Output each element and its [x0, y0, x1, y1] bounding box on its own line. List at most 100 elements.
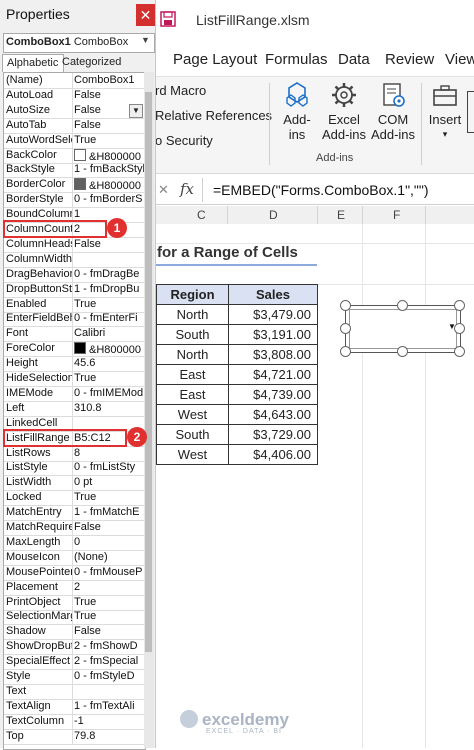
property-value[interactable]: 2 - fmShowD: [74, 640, 144, 652]
property-row[interactable]: Locked True: [4, 490, 145, 507]
property-value[interactable]: ComboBox1: [74, 74, 144, 86]
property-row[interactable]: (Name) ComboBox1: [4, 73, 145, 89]
table-header-sales[interactable]: Sales: [228, 284, 318, 305]
property-row[interactable]: BackColor &H800000: [4, 147, 145, 164]
property-value[interactable]: 1 - fmBackStyle: [74, 163, 144, 175]
sales-cell[interactable]: $3,479.00: [228, 304, 318, 325]
tab-data[interactable]: Data: [338, 51, 370, 68]
chevron-down-icon[interactable]: ▼: [129, 103, 143, 118]
property-value[interactable]: -1: [74, 715, 144, 727]
property-value[interactable]: 79.8: [74, 730, 144, 742]
property-value[interactable]: True: [74, 298, 144, 310]
region-cell[interactable]: South: [156, 324, 229, 345]
chevron-down-icon[interactable]: ▼: [141, 35, 150, 45]
sales-cell[interactable]: $4,739.00: [228, 384, 318, 405]
resize-handle[interactable]: [340, 300, 351, 311]
property-row[interactable]: Height 45.6: [4, 356, 145, 373]
property-row[interactable]: ShowDropButtonWhen2 - fmShowD: [4, 639, 145, 656]
column-header-e[interactable]: E: [337, 208, 345, 222]
region-cell[interactable]: East: [156, 364, 229, 385]
property-value[interactable]: False: [74, 89, 144, 101]
region-cell[interactable]: North: [156, 344, 229, 365]
property-value[interactable]: True: [74, 372, 144, 384]
column-header-f[interactable]: F: [393, 208, 400, 222]
property-value[interactable]: 1 - fmTextAli: [74, 700, 144, 712]
tab-review[interactable]: Review: [385, 51, 434, 68]
property-value[interactable]: 1 - fmMatchE: [74, 506, 144, 518]
resize-handle[interactable]: [454, 346, 465, 357]
property-value[interactable]: False: [74, 119, 144, 131]
property-value[interactable]: True: [74, 491, 144, 503]
property-value[interactable]: True: [74, 610, 144, 622]
property-value[interactable]: 0 - fmIMEMod: [74, 387, 144, 399]
property-row[interactable]: MouseIcon (None): [4, 549, 145, 566]
property-row[interactable]: PrintObject True: [4, 594, 145, 611]
property-row[interactable]: ListStyle 0 - fmListSty: [4, 460, 145, 477]
property-value[interactable]: 310.8: [74, 402, 144, 414]
formula-input[interactable]: =EMBED("Forms.ComboBox.1",""): [213, 182, 429, 198]
property-value[interactable]: 45.6: [74, 357, 144, 369]
add-ins-button[interactable]: Add- ins: [277, 81, 317, 142]
property-row[interactable]: ColumnHeads False: [4, 236, 145, 253]
sales-cell[interactable]: $4,643.00: [228, 404, 318, 425]
sales-cell[interactable]: $4,721.00: [228, 364, 318, 385]
property-row[interactable]: Style 0 - fmStyleD: [4, 669, 145, 685]
property-row[interactable]: MousePointer 0 - fmMouseP: [4, 564, 145, 581]
tab-view[interactable]: View: [445, 51, 474, 68]
region-cell[interactable]: East: [156, 384, 229, 405]
sales-cell[interactable]: $3,729.00: [228, 424, 318, 445]
property-row[interactable]: BorderColor &H800000: [4, 177, 145, 194]
property-row[interactable]: MaxLength 0: [4, 534, 145, 551]
property-value[interactable]: 1: [74, 208, 144, 220]
property-row[interactable]: SpecialEffect 2 - fmSpecial: [4, 654, 145, 671]
property-row[interactable]: Shadow False: [4, 624, 145, 641]
property-row[interactable]: Enabled True: [4, 296, 145, 313]
com-add-ins-button[interactable]: COM Add-ins: [367, 81, 419, 142]
property-value[interactable]: True: [74, 596, 144, 608]
property-value[interactable]: 8: [74, 447, 144, 459]
region-cell[interactable]: North: [156, 304, 229, 325]
property-value[interactable]: True: [74, 134, 144, 146]
property-value[interactable]: &H800000: [74, 342, 144, 356]
resize-handle[interactable]: [340, 346, 351, 357]
property-row[interactable]: AutoWordSelectTrue: [4, 132, 145, 149]
tab-page-layout[interactable]: Page Layout: [173, 51, 257, 68]
tab-alphabetic[interactable]: Alphabetic: [2, 54, 64, 72]
region-cell[interactable]: West: [156, 404, 229, 425]
property-row[interactable]: EnterFieldBehavior0 - fmEnterFi: [4, 311, 145, 328]
region-cell[interactable]: South: [156, 424, 229, 445]
property-value[interactable]: 0: [74, 536, 144, 548]
tab-categorized[interactable]: Categorized: [58, 54, 126, 71]
resize-handle[interactable]: [454, 300, 465, 311]
property-row[interactable]: Left 310.8: [4, 400, 145, 417]
property-row[interactable]: IMEMode 0 - fmIMEMod: [4, 385, 145, 402]
record-macro-button[interactable]: rd Macro: [155, 83, 206, 98]
scrollbar-thumb[interactable]: [145, 92, 152, 652]
macro-security-button[interactable]: o Security: [155, 133, 213, 148]
property-row[interactable]: Top 79.8: [4, 728, 145, 745]
property-row[interactable]: MatchEntry 1 - fmMatchE: [4, 505, 145, 522]
property-value[interactable]: 0 - fmStyleD: [74, 670, 144, 682]
column-header-c[interactable]: C: [197, 208, 206, 222]
property-row[interactable]: Placement 2: [4, 579, 145, 596]
resize-handle[interactable]: [397, 300, 408, 311]
property-row[interactable]: AutoSize False ▼: [4, 102, 145, 119]
property-value[interactable]: Calibri: [74, 327, 144, 339]
property-value[interactable]: 2 - fmSpecial: [74, 655, 144, 667]
save-icon[interactable]: [160, 11, 176, 27]
property-row[interactable]: DropButtonStyle1 - fmDropBu: [4, 281, 145, 298]
property-value[interactable]: 0 - fmMouseP: [74, 566, 144, 578]
resize-handle[interactable]: [454, 323, 465, 334]
property-value[interactable]: 0 - fmListSty: [74, 461, 144, 473]
property-value[interactable]: 0 pt: [74, 476, 144, 488]
excel-add-ins-button[interactable]: Excel Add-ins: [319, 81, 369, 142]
insert-controls-button[interactable]: Insert ▾: [425, 81, 465, 142]
property-value[interactable]: &H800000: [74, 178, 144, 192]
property-row[interactable]: HideSelection True: [4, 371, 145, 387]
sales-cell[interactable]: $4,406.00: [228, 444, 318, 465]
property-row[interactable]: ListRows 8: [4, 445, 145, 462]
property-row[interactable]: AutoLoad False: [4, 87, 145, 104]
property-row[interactable]: TextColumn -1: [4, 713, 145, 730]
property-value[interactable]: 0 - fmEnterFi: [74, 312, 144, 324]
property-value[interactable]: False: [74, 625, 144, 637]
